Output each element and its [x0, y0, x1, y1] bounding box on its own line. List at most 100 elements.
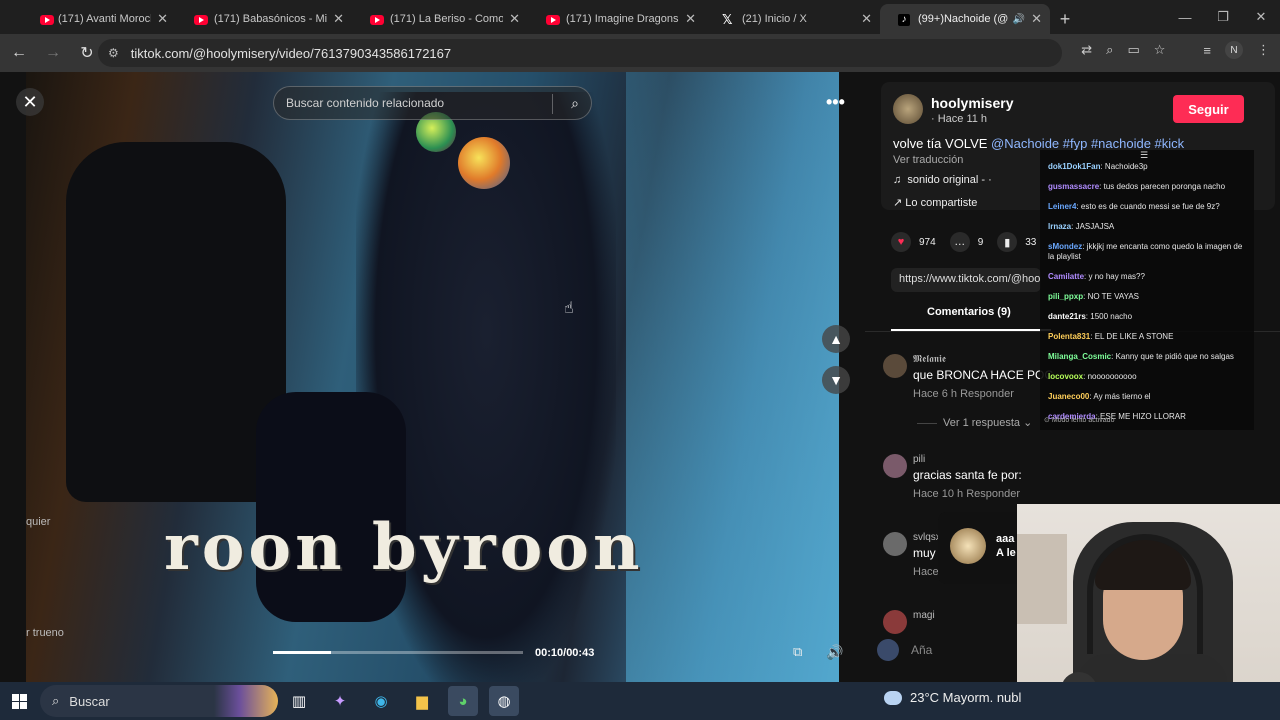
edge-icon[interactable]: ◉ — [366, 686, 396, 716]
start-button[interactable] — [0, 682, 38, 720]
chat-message: Juaneco00: Ay más tierno el — [1048, 392, 1151, 401]
related-search-input[interactable]: Buscar contenido relacionado ⌕ — [273, 86, 592, 120]
next-video-button[interactable]: ▼ — [822, 366, 850, 394]
file-explorer-icon[interactable]: ▆ — [407, 686, 437, 716]
chat-text: Ay más tierno el — [1093, 392, 1151, 401]
live-notification[interactable]: aaa A le — [938, 512, 1028, 584]
close-window-icon[interactable]: ✕ — [1242, 0, 1280, 34]
hand-cursor-icon: ☝ — [564, 300, 574, 317]
more-options-icon[interactable]: ••• — [826, 92, 845, 113]
slow-mode-notice: ⊙ Modo lento activado — [1044, 417, 1115, 424]
translate-icon[interactable]: ⇄ — [1081, 42, 1092, 58]
maximize-icon[interactable]: ❐ — [1204, 0, 1242, 34]
reading-list-icon[interactable]: ≡ — [1203, 43, 1211, 58]
close-tab-icon[interactable]: ✕ — [1031, 11, 1042, 27]
weather-widget[interactable]: 23°C Mayorm. nubl — [884, 690, 1021, 705]
video-scene-chair — [66, 142, 286, 502]
browser-tab[interactable]: (171) Babasónicos - Micro ✕ — [176, 4, 352, 34]
task-view-icon[interactable]: ▥ — [284, 686, 314, 716]
chat-message: locovoox: noooooooooo — [1048, 372, 1137, 381]
view-replies-button[interactable]: Ver 1 respuesta ⌄ — [917, 416, 1032, 429]
close-tab-icon[interactable]: ✕ — [509, 11, 520, 27]
chat-username[interactable]: Polenta831 — [1048, 332, 1090, 341]
bookmark-star-icon[interactable]: ☆ — [1154, 42, 1166, 58]
chrome-icon[interactable]: ◕ — [448, 686, 478, 716]
notification-line: aaa — [996, 533, 1015, 545]
copy-link-field[interactable]: https://www.tiktok.com/@hoo — [891, 268, 1041, 292]
browser-tab[interactable]: (171) Avanti Morocha (CA ✕ — [0, 4, 176, 34]
video-progress-bar[interactable] — [273, 651, 523, 654]
copilot-icon[interactable]: ✦ — [325, 686, 355, 716]
chat-username[interactable]: Leiner4 — [1048, 202, 1076, 211]
close-tab-icon[interactable]: ✕ — [157, 11, 168, 27]
volume-icon[interactable]: 🔊 — [826, 644, 843, 661]
taskbar-search[interactable]: ⌕ Buscar — [40, 685, 278, 717]
chat-text: NO TE VAYAS — [1087, 292, 1139, 301]
commenter-name[interactable]: pili — [913, 454, 925, 465]
previous-video-button[interactable]: ▲ — [822, 325, 850, 353]
chat-username[interactable]: Camilatte — [1048, 272, 1084, 281]
url-bar[interactable]: ⚙ tiktok.com/@hoolymisery/video/76137903… — [98, 39, 1062, 67]
chat-username[interactable]: sMondez — [1048, 242, 1082, 251]
description-tags[interactable]: @Nachoide #fyp #nachoide #kick — [991, 136, 1184, 151]
close-tab-icon[interactable]: ✕ — [685, 11, 696, 27]
author-avatar[interactable] — [893, 94, 923, 124]
notification-text: aaa A le — [996, 532, 1016, 560]
chat-username[interactable]: gusmassacre — [1048, 182, 1099, 191]
taskbar-search-label: Buscar — [69, 693, 110, 709]
chat-username[interactable]: locovoox — [1048, 372, 1083, 381]
save-action[interactable]: ▮ 33 — [997, 232, 1036, 252]
commenter-name[interactable]: magi — [913, 610, 935, 621]
translate-link[interactable]: Ver traducción — [893, 154, 963, 166]
profile-avatar[interactable]: N — [1225, 41, 1243, 59]
chat-username[interactable]: pili_ppxp — [1048, 292, 1083, 301]
add-comment-field[interactable]: Aña — [865, 632, 1025, 668]
chat-username[interactable]: Juaneco00 — [1048, 392, 1089, 401]
forward-arrow-icon[interactable]: → — [38, 44, 68, 62]
pip-icon[interactable]: ⧉ — [793, 644, 802, 660]
cast-icon[interactable]: ▭ — [1127, 42, 1139, 58]
video-scene-light — [626, 72, 839, 682]
chat-drag-handle[interactable]: ☰ — [1140, 150, 1148, 161]
browser-tab[interactable]: (171) Imagine Dragons - R ✕ — [528, 4, 704, 34]
commenter-avatar[interactable] — [883, 610, 907, 634]
browser-tab[interactable]: (171) La Beriso - Como Ol ✕ — [352, 4, 528, 34]
video-player[interactable]: roon byroon quier r trueno — [26, 72, 839, 682]
commenter-avatar[interactable] — [883, 354, 907, 378]
zoom-icon[interactable]: ⌕ — [1106, 42, 1113, 58]
sound-row[interactable]: ♫ sonido original - · — [893, 174, 992, 186]
speaker-icon[interactable]: 🔊 — [1013, 14, 1025, 25]
search-icon[interactable]: ⌕ — [571, 95, 579, 112]
chat-message: Camilatte: y no hay mas?? — [1048, 272, 1145, 281]
chat-username[interactable]: Milanga_Cosmic — [1048, 352, 1111, 361]
chat-username[interactable]: lrnaza — [1048, 222, 1071, 231]
like-action[interactable]: ♥ 974 — [891, 232, 936, 252]
music-note-icon: ♫ — [893, 174, 902, 186]
commenter-name[interactable]: 𝕸𝖊𝖑𝖆𝖓𝖎𝖊 — [913, 354, 946, 365]
close-video-button[interactable]: ✕ — [16, 88, 44, 116]
obs-icon[interactable]: ◍ — [489, 686, 519, 716]
browser-tab[interactable]: 𝕏 (21) Inicio / X ✕ — [704, 4, 880, 34]
browser-tab-active[interactable]: ♪ (99+)Nachoide (@nac 🔊 ✕ — [880, 4, 1050, 34]
webcam-shelf — [1017, 534, 1067, 624]
comment-meta[interactable]: Hace 6 h Responder — [913, 388, 1014, 400]
comment-action[interactable]: … 9 — [949, 232, 983, 252]
chat-username[interactable]: dante21rs — [1048, 312, 1086, 321]
author-username[interactable]: hoolymisery — [931, 95, 1013, 111]
close-tab-icon[interactable]: ✕ — [333, 11, 344, 27]
close-tab-icon[interactable]: ✕ — [861, 11, 872, 27]
slow-mode-label: Modo lento activado — [1051, 417, 1115, 424]
follow-button[interactable]: Seguir — [1173, 95, 1244, 123]
cloud-icon — [884, 690, 902, 705]
comment-meta[interactable]: Hace 10 h Responder — [913, 488, 1020, 500]
tab-comments[interactable]: Comentarios (9) — [927, 306, 1011, 318]
chat-username[interactable]: dok1Dok1Fan — [1048, 162, 1100, 171]
minimize-icon[interactable]: — — [1166, 0, 1204, 34]
back-arrow-icon[interactable]: ← — [4, 44, 34, 62]
site-info-icon[interactable]: ⚙ — [108, 46, 119, 60]
commenter-avatar[interactable] — [883, 454, 907, 478]
menu-kebab-icon[interactable]: ⋮ — [1257, 42, 1270, 58]
new-tab-button[interactable]: + — [1050, 4, 1080, 34]
commenter-avatar[interactable] — [883, 532, 907, 556]
chat-text: EL DE LIKE A STONE — [1094, 332, 1174, 341]
